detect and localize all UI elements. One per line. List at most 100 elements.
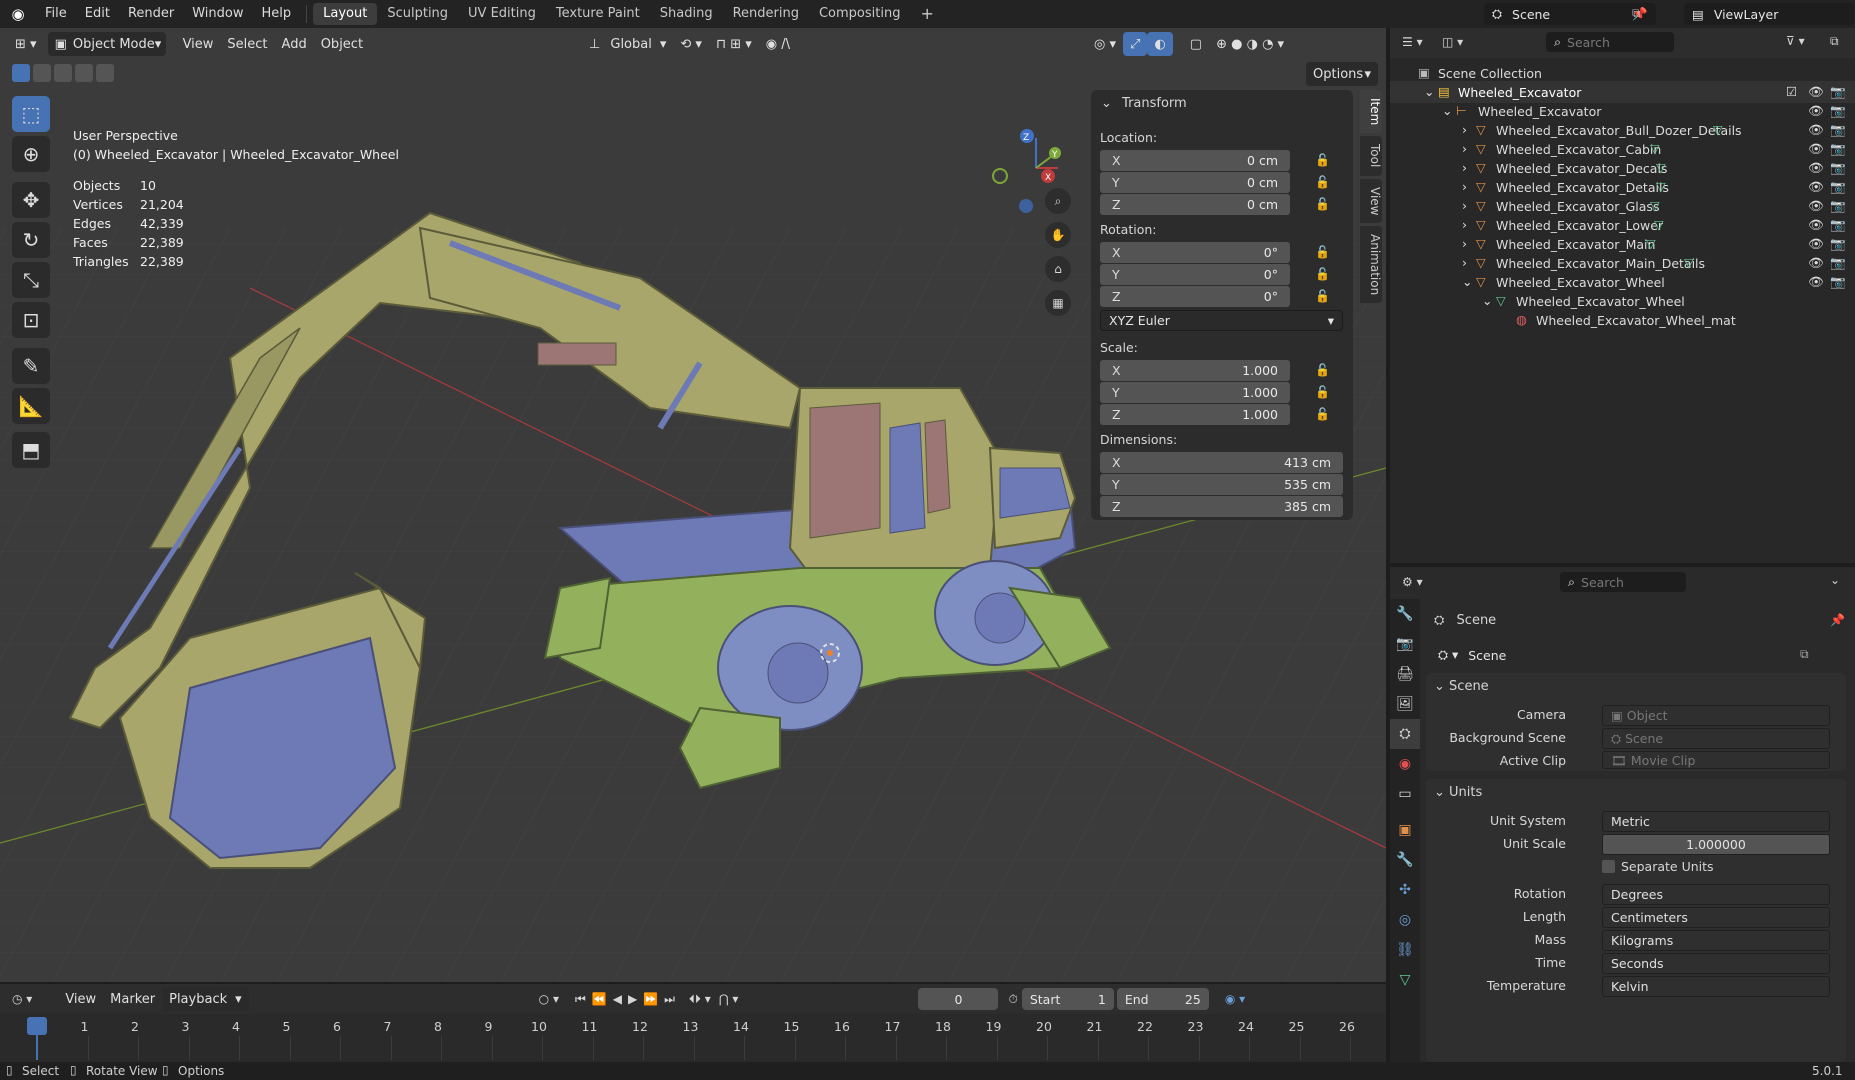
transform-panel-header[interactable]: ⌄ Transform — [1101, 96, 1187, 111]
menu-select[interactable]: Select — [220, 32, 274, 56]
cursor-tool-icon[interactable]: ⊕ — [12, 136, 50, 172]
rotate-tool-icon[interactable]: ↻ — [12, 222, 50, 258]
camera-field[interactable]: ▣ Object — [1602, 705, 1830, 726]
scale-z-field[interactable]: Z 1.000 — [1100, 404, 1290, 425]
menu-file[interactable]: File — [36, 0, 76, 28]
chevron-right-icon[interactable]: › — [1462, 179, 1467, 194]
playhead[interactable] — [27, 1017, 47, 1035]
temperature-dropdown[interactable]: Kelvin — [1602, 976, 1830, 997]
tree-material-row[interactable]: ◍ Wheeled_Excavator_Wheel_mat — [1390, 309, 1855, 331]
nav-zoom-icon[interactable]: ⌕ — [1045, 188, 1071, 214]
camera-icon[interactable]: 📷 — [1830, 122, 1846, 138]
camera-icon[interactable]: 📷 — [1830, 103, 1846, 119]
output-tab-icon[interactable]: 🖨 — [1390, 659, 1420, 689]
camera-icon[interactable]: 📷 — [1830, 274, 1846, 290]
lock-icon[interactable]: 🔓 — [1315, 197, 1330, 211]
lock-icon[interactable]: 🔓 — [1315, 289, 1330, 303]
rotation-mode-dropdown[interactable]: XYZ Euler ▾ — [1100, 310, 1343, 331]
eye-icon[interactable]: 👁 — [1808, 141, 1824, 157]
menu-help[interactable]: Help — [253, 0, 301, 28]
scale-tool-icon[interactable]: ⤡ — [12, 262, 50, 298]
location-y-field[interactable]: Y0 cm — [1100, 172, 1290, 193]
units-panel-header[interactable]: ⌄ Units — [1434, 785, 1482, 800]
tab-tool[interactable]: Tool — [1360, 136, 1382, 176]
unit-scale-field[interactable]: 1.000000 — [1602, 834, 1830, 855]
eye-icon[interactable]: 👁 — [1808, 217, 1824, 233]
proportional-edit-icon[interactable]: ◉ /\ — [759, 32, 797, 56]
scene-datablock[interactable]: ⛭ ▾ Scene — [1430, 644, 1800, 666]
scene-selector[interactable]: ⛭ Scene 📌 — [1484, 3, 1656, 25]
eye-icon[interactable]: 👁 — [1808, 198, 1824, 214]
visibility-icon[interactable]: ◎ ▾ — [1087, 32, 1123, 56]
dimension-x-field[interactable]: X 413 cm — [1100, 452, 1343, 473]
lock-icon[interactable]: 🔓 — [1315, 267, 1330, 281]
chevron-down-icon[interactable]: ⌄ — [1442, 103, 1452, 118]
nav-camera-icon[interactable]: ⌂ — [1045, 256, 1071, 282]
camera-icon[interactable]: 📷 — [1830, 84, 1846, 100]
lock-icon[interactable]: 🔓 — [1315, 385, 1330, 399]
location-x-field[interactable]: X0 cm — [1100, 150, 1290, 171]
chevron-right-icon[interactable]: › — [1462, 160, 1467, 175]
lock-icon[interactable]: 🔓 — [1315, 175, 1330, 189]
camera-icon[interactable]: 📷 — [1830, 217, 1846, 233]
eye-icon[interactable]: 👁 — [1808, 84, 1824, 100]
object-tab-icon[interactable]: ▣ — [1390, 815, 1420, 845]
add-workspace-button[interactable]: + — [910, 3, 943, 25]
lock-icon[interactable]: 🔓 — [1315, 153, 1330, 167]
properties-editor-icon[interactable]: ⚙ ▾ — [1402, 575, 1423, 589]
physics-tab-icon[interactable]: ◎ — [1390, 905, 1420, 935]
transform-tool-icon[interactable]: ⊡ — [12, 302, 50, 338]
scale-y-field[interactable]: Y 1.000 — [1100, 382, 1290, 403]
menu-window[interactable]: Window — [183, 0, 252, 28]
camera-icon[interactable]: 📷 — [1830, 141, 1846, 157]
lock-icon[interactable]: 🔓 — [1315, 407, 1330, 421]
collection-tab-icon[interactable]: ▭ — [1390, 779, 1420, 809]
rotation-units-dropdown[interactable]: Degrees — [1602, 884, 1830, 905]
particles-tab-icon[interactable]: ✣ — [1390, 875, 1420, 905]
location-z-field[interactable]: Z0 cm — [1100, 194, 1290, 215]
camera-icon[interactable]: 📷 — [1830, 255, 1846, 271]
mass-dropdown[interactable]: Kilograms — [1602, 930, 1830, 951]
properties-search-input[interactable]: ⌕ Search — [1560, 572, 1686, 592]
menu-object[interactable]: Object — [314, 32, 370, 56]
chevron-right-icon[interactable]: › — [1462, 198, 1467, 213]
render-tab-icon[interactable]: 📷 — [1390, 629, 1420, 659]
time-dropdown[interactable]: Seconds — [1602, 953, 1830, 974]
outliner-editor-icon[interactable]: ☰ ▾ — [1402, 35, 1423, 49]
eye-icon[interactable]: 👁 — [1808, 255, 1824, 271]
annotate-tool-icon[interactable]: ✎ — [12, 348, 50, 384]
overlay-toggle-icon[interactable]: ◐ — [1147, 32, 1173, 56]
new-collection-icon[interactable]: ⧉ — [1830, 34, 1839, 49]
camera-icon[interactable]: 📷 — [1830, 198, 1846, 214]
measure-tool-icon[interactable]: 📐 — [12, 388, 50, 424]
tool-tab-icon[interactable]: 🔧 — [1390, 599, 1420, 629]
editor-type-icon[interactable]: ⊞ ▾ — [8, 32, 44, 56]
options-dropdown[interactable]: Options ▾ — [1306, 62, 1378, 86]
tab-compositing[interactable]: Compositing — [809, 3, 911, 25]
filter-icon[interactable]: ⊽ ▾ — [1786, 34, 1805, 48]
eye-icon[interactable]: 👁 — [1808, 122, 1824, 138]
rotation-y-field[interactable]: Y 0° — [1100, 264, 1290, 285]
camera-icon[interactable]: 📷 — [1830, 179, 1846, 195]
scene-tab-icon[interactable]: ⛭ — [1390, 719, 1420, 749]
menu-render[interactable]: Render — [119, 0, 183, 28]
add-cube-tool-icon[interactable]: ⬒ — [12, 432, 50, 468]
checkbox-icon[interactable]: ☑ — [1786, 84, 1797, 99]
rotation-x-field[interactable]: X 0° — [1100, 242, 1290, 263]
length-dropdown[interactable]: Centimeters — [1602, 907, 1830, 928]
blender-logo-icon[interactable]: ◉ — [0, 5, 36, 23]
tab-texture-paint[interactable]: Texture Paint — [546, 3, 650, 25]
scale-x-field[interactable]: X 1.000 — [1100, 360, 1290, 381]
active-clip-field[interactable]: 🎞 Movie Clip — [1602, 751, 1830, 769]
tab-animation[interactable]: Animation — [1360, 226, 1382, 304]
menu-add[interactable]: Add — [275, 32, 314, 56]
display-mode-icon[interactable]: ◫ ▾ — [1442, 35, 1463, 49]
pin-icon[interactable]: 📌 — [1830, 613, 1845, 627]
lock-icon[interactable]: 🔓 — [1315, 363, 1330, 377]
modifier-tab-icon[interactable]: 🔧 — [1390, 845, 1420, 875]
select-mode-icons[interactable] — [12, 64, 114, 82]
move-tool-icon[interactable]: ✥ — [12, 182, 50, 218]
mode-dropdown[interactable]: ▣ Object Mode ▾ — [47, 32, 166, 56]
eye-icon[interactable]: 👁 — [1808, 274, 1824, 290]
chevron-down-icon[interactable]: ⌄ — [1482, 293, 1492, 308]
